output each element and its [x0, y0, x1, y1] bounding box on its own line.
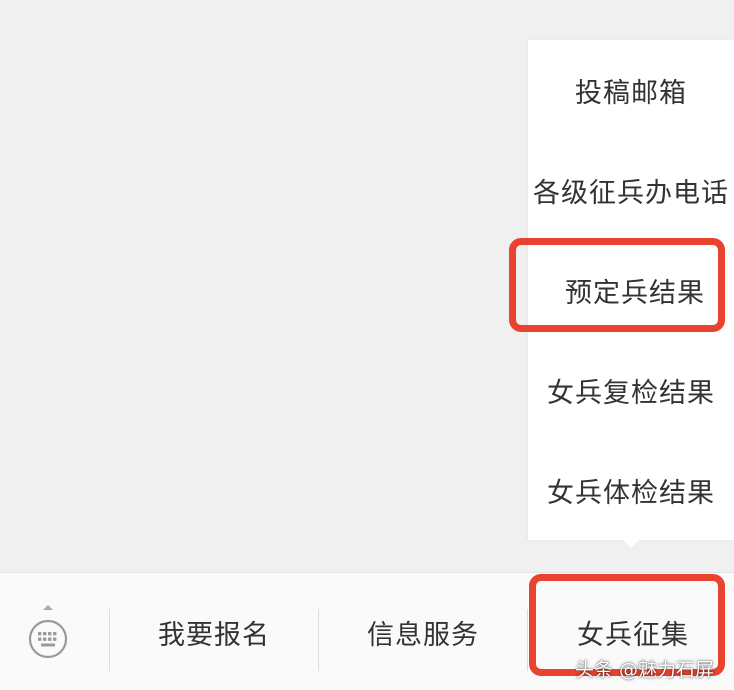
- menu-button-label: 信息服务: [367, 619, 479, 651]
- submenu-item-recruitment-office-phones[interactable]: 各级征兵办电话: [528, 140, 734, 240]
- submenu-item-label: 女兵复检结果: [547, 377, 715, 409]
- submenu-panel: 投稿邮箱 各级征兵办电话 预定兵结果 女兵复检结果 女兵体检结果: [528, 40, 734, 540]
- submenu-item-label: 各级征兵办电话: [533, 177, 729, 209]
- submenu-item-label: 预定兵结果: [565, 277, 705, 309]
- submenu-item-submission-email[interactable]: 投稿邮箱: [528, 40, 734, 140]
- caret-up-icon: [43, 605, 53, 610]
- submenu-item-female-recheck-results[interactable]: 女兵复检结果: [528, 340, 734, 440]
- submenu-item-female-physical-exam-results[interactable]: 女兵体检结果: [528, 440, 734, 540]
- watermark: 头条 @魅力石屏: [574, 659, 714, 681]
- keyboard-toggle-button[interactable]: [0, 573, 100, 690]
- wechat-menu-screen: 投稿邮箱 各级征兵办电话 预定兵结果 女兵复检结果 女兵体检结果 我要报名 信息…: [0, 0, 734, 690]
- menu-button-label: 我要报名: [158, 619, 270, 651]
- menu-button-info-services[interactable]: 信息服务: [319, 573, 527, 690]
- submenu-item-label: 投稿邮箱: [575, 77, 687, 109]
- menu-button-sign-up[interactable]: 我要报名: [110, 573, 318, 690]
- submenu-item-predetermined-soldier-results[interactable]: 预定兵结果: [528, 240, 734, 340]
- menu-button-label: 女兵征集: [577, 619, 689, 651]
- submenu-item-label: 女兵体检结果: [547, 477, 715, 509]
- keyboard-icon: [28, 619, 68, 659]
- submenu-pointer: [622, 539, 640, 548]
